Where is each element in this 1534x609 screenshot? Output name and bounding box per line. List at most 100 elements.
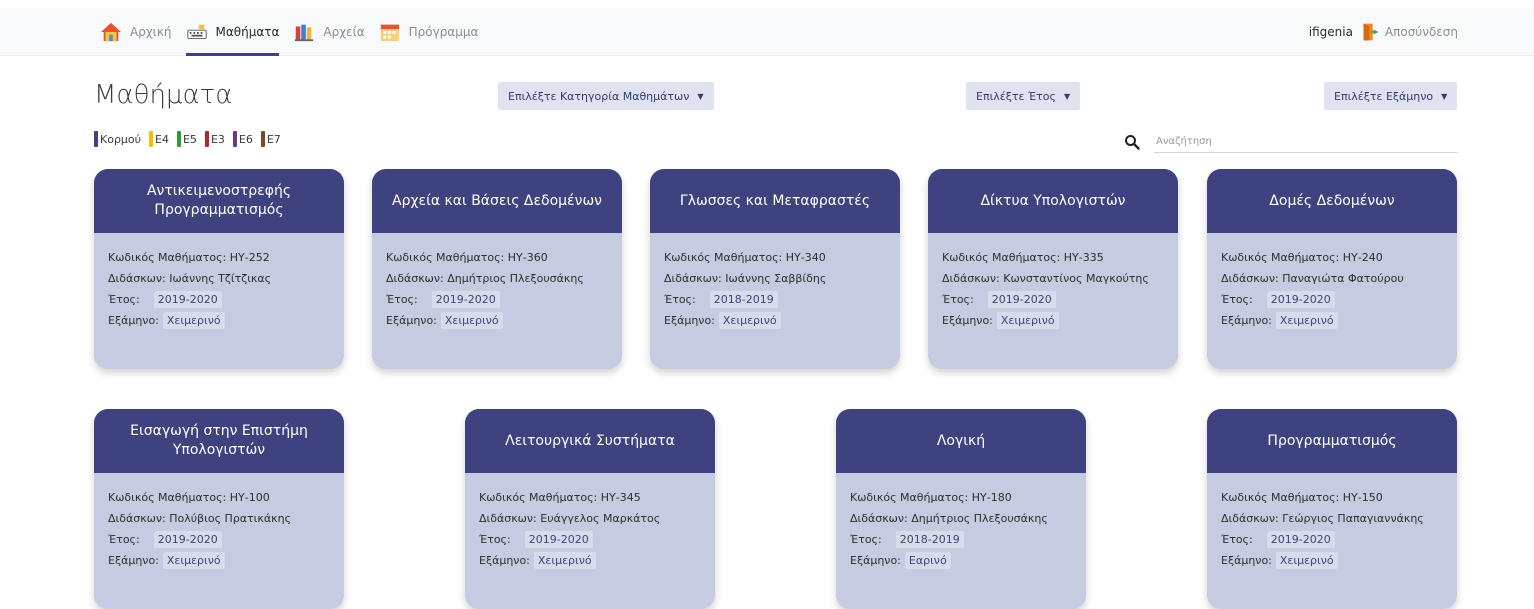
- course-instructor: Παναγιώτα Φατούρου: [1282, 272, 1404, 285]
- course-semester-badge: Εαρινό: [904, 552, 951, 569]
- nav-user-area: ifigenia Αποσύνδεση: [1309, 8, 1458, 56]
- course-year-label: Έτος:: [386, 293, 418, 306]
- nav-item-label: Αρχεία: [323, 25, 365, 39]
- nav-item-files[interactable]: Αρχεία: [293, 8, 365, 56]
- course-code: ΗΥ-340: [785, 251, 826, 264]
- course-year-label: Έτος:: [1221, 293, 1253, 306]
- course-code-row: Κωδικός Μαθήματος: ΗΥ-180: [850, 487, 1072, 508]
- course-details: Κωδικός Μαθήματος: ΗΥ-345 Διδάσκων: Ευάγγ…: [465, 473, 715, 609]
- course-instructor-row: Διδάσκων: Δημήτριος Πλεξουσάκης: [850, 508, 1072, 529]
- course-year-label: Έτος:: [108, 533, 140, 546]
- legend-label: Ε3: [210, 132, 225, 146]
- legend-label: Ε7: [266, 132, 281, 146]
- course-year-label: Έτος:: [108, 293, 140, 306]
- logout-link[interactable]: Αποσύνδεση: [1361, 22, 1458, 42]
- course-year-row: Έτος: 2019-2020: [1221, 529, 1443, 550]
- course-code: ΗΥ-150: [1342, 491, 1383, 504]
- course-year-row: Έτος: 2019-2020: [1221, 289, 1443, 310]
- course-semester-row: Εξάμηνο: Χειμερινό: [1221, 310, 1443, 331]
- course-semester-label: Εξάμηνο:: [108, 554, 159, 567]
- course-card[interactable]: Λειτουργικά Συστήματα Κωδικός Μαθήματος: …: [465, 409, 715, 609]
- nav-item-home[interactable]: Αρχική: [100, 8, 172, 56]
- course-semester-badge: Χειμερινό: [533, 552, 596, 569]
- course-card[interactable]: Δομές Δεδομένων Κωδικός Μαθήματος: ΗΥ-240…: [1207, 169, 1457, 369]
- course-code: ΗΥ-335: [1063, 251, 1104, 264]
- course-semester-label: Εξάμηνο:: [479, 554, 530, 567]
- course-semester-row: Εξάμηνο: Χειμερινό: [108, 310, 330, 331]
- course-card[interactable]: Αρχεία και Βάσεις Δεδομένων Κωδικός Μαθήμ…: [372, 169, 622, 369]
- course-code: ΗΥ-360: [507, 251, 548, 264]
- legend-label: Ε4: [155, 132, 169, 146]
- course-code-label: Κωδικός Μαθήματος:: [108, 251, 227, 264]
- course-code: ΗΥ-100: [229, 491, 270, 504]
- course-instructor-label: Διδάσκων:: [850, 512, 908, 525]
- course-semester-label: Εξάμηνο:: [1221, 554, 1272, 567]
- course-details: Κωδικός Μαθήματος: ΗΥ-150 Διδάσκων: Γεώργ…: [1207, 473, 1457, 609]
- course-code-row: Κωδικός Μαθήματος: ΗΥ-150: [1221, 487, 1443, 508]
- top-navbar: Αρχική Μαθήματα Αρχεία Πρόγραμμα ifigeni…: [0, 8, 1534, 56]
- nav-item-schedule[interactable]: Πρόγραμμα: [379, 8, 478, 56]
- course-details: Κωδικός Μαθήματος: ΗΥ-240 Διδάσκων: Παναγ…: [1207, 233, 1457, 369]
- course-year-badge: 2019-2020: [431, 291, 500, 308]
- legend-item: Ε7: [260, 131, 281, 147]
- course-card[interactable]: Γλωσσες και Μεταφραστές Κωδικός Μαθήματος…: [650, 169, 900, 369]
- house-icon: [100, 22, 122, 42]
- course-code-row: Κωδικός Μαθήματος: ΗΥ-240: [1221, 247, 1443, 268]
- course-instructor-row: Διδάσκων: Γεώργιος Παπαγιαννάκης: [1221, 508, 1443, 529]
- category-filter-label: Επιλέξτε Κατηγορία Μαθημάτων: [508, 89, 690, 103]
- course-year-badge: 2018-2019: [709, 291, 778, 308]
- course-year-badge: 2019-2020: [1266, 291, 1335, 308]
- semester-filter-dropdown[interactable]: Επιλέξτε Εξάμηνο ▼: [1324, 82, 1458, 110]
- course-instructor-label: Διδάσκων:: [664, 272, 722, 285]
- year-filter-dropdown[interactable]: Επιλέξτε Έτος ▼: [966, 82, 1081, 110]
- course-year-badge: 2019-2020: [1266, 531, 1335, 548]
- course-year-label: Έτος:: [479, 533, 511, 546]
- course-instructor: Γεώργιος Παπαγιαννάκης: [1282, 512, 1424, 525]
- nav-items: Αρχική Μαθήματα Αρχεία Πρόγραμμα: [100, 8, 492, 56]
- legend-swatch: [232, 131, 237, 147]
- year-filter-label: Επιλέξτε Έτος: [976, 89, 1056, 103]
- course-code-row: Κωδικός Μαθήματος: ΗΥ-252: [108, 247, 330, 268]
- course-semester-badge: Χειμερινό: [162, 312, 225, 329]
- caret-down-icon: ▼: [1063, 91, 1071, 101]
- course-year-label: Έτος:: [1221, 533, 1253, 546]
- course-code-row: Κωδικός Μαθήματος: ΗΥ-360: [386, 247, 608, 268]
- course-semester-badge: Χειμερινό: [1275, 552, 1338, 569]
- course-card[interactable]: Αντικειμενοστρεφής Προγραμματισμός Κωδικό…: [94, 169, 344, 369]
- legend-item: Ε5: [176, 131, 197, 147]
- logout-label: Αποσύνδεση: [1384, 25, 1458, 39]
- course-instructor-row: Διδάσκων: Ιωάννης Τζίτζικας: [108, 268, 330, 289]
- course-instructor: Ιωάννης Τζίτζικας: [169, 272, 272, 285]
- course-year-label: Έτος:: [850, 533, 882, 546]
- course-year-badge: 2019-2020: [153, 531, 222, 548]
- search-input[interactable]: [1154, 131, 1458, 153]
- course-instructor-row: Διδάσκων: Πολύβιος Πρατικάκης: [108, 508, 330, 529]
- course-title: Λογική: [836, 409, 1086, 473]
- legend-swatch: [260, 131, 265, 147]
- course-code: ΗΥ-240: [1342, 251, 1383, 264]
- nav-item-label: Μαθήματα: [215, 25, 280, 39]
- course-details: Κωδικός Μαθήματος: ΗΥ-335 Διδάσκων: Κωνστ…: [928, 233, 1178, 369]
- course-semester-row: Εξάμηνο: Χειμερινό: [942, 310, 1164, 331]
- category-filter-dropdown[interactable]: Επιλέξτε Κατηγορία Μαθημάτων ▼: [498, 82, 714, 110]
- search-bar: [1124, 131, 1458, 153]
- course-instructor-label: Διδάσκων:: [1221, 272, 1279, 285]
- course-code-label: Κωδικός Μαθήματος:: [664, 251, 783, 264]
- course-title: Δίκτυα Υπολογιστών: [928, 169, 1178, 233]
- course-instructor-label: Διδάσκων:: [108, 272, 166, 285]
- course-instructor-row: Διδάσκων: Δημήτριος Πλεξουσάκης: [386, 268, 608, 289]
- nav-item-courses[interactable]: Μαθήματα: [185, 8, 280, 56]
- course-code-label: Κωδικός Μαθήματος:: [479, 491, 598, 504]
- course-card[interactable]: Λογική Κωδικός Μαθήματος: ΗΥ-180 Διδάσκων:…: [836, 409, 1086, 609]
- course-card[interactable]: Εισαγωγή στην Επιστήμη Υπολογιστών Κωδικό…: [94, 409, 344, 609]
- course-semester-row: Εξάμηνο: Χειμερινό: [108, 550, 330, 571]
- course-card[interactable]: Δίκτυα Υπολογιστών Κωδικός Μαθήματος: ΗΥ-…: [928, 169, 1178, 369]
- course-semester-badge: Χειμερινό: [440, 312, 503, 329]
- course-details: Κωδικός Μαθήματος: ΗΥ-100 Διδάσκων: Πολύβ…: [94, 473, 344, 609]
- course-title: Γλωσσες και Μεταφραστές: [650, 169, 900, 233]
- course-code-row: Κωδικός Μαθήματος: ΗΥ-100: [108, 487, 330, 508]
- course-instructor-label: Διδάσκων:: [942, 272, 1000, 285]
- course-code: ΗΥ-180: [971, 491, 1012, 504]
- course-card[interactable]: Προγραμματισμός Κωδικός Μαθήματος: ΗΥ-150…: [1207, 409, 1457, 609]
- course-semester-badge: Χειμερινό: [162, 552, 225, 569]
